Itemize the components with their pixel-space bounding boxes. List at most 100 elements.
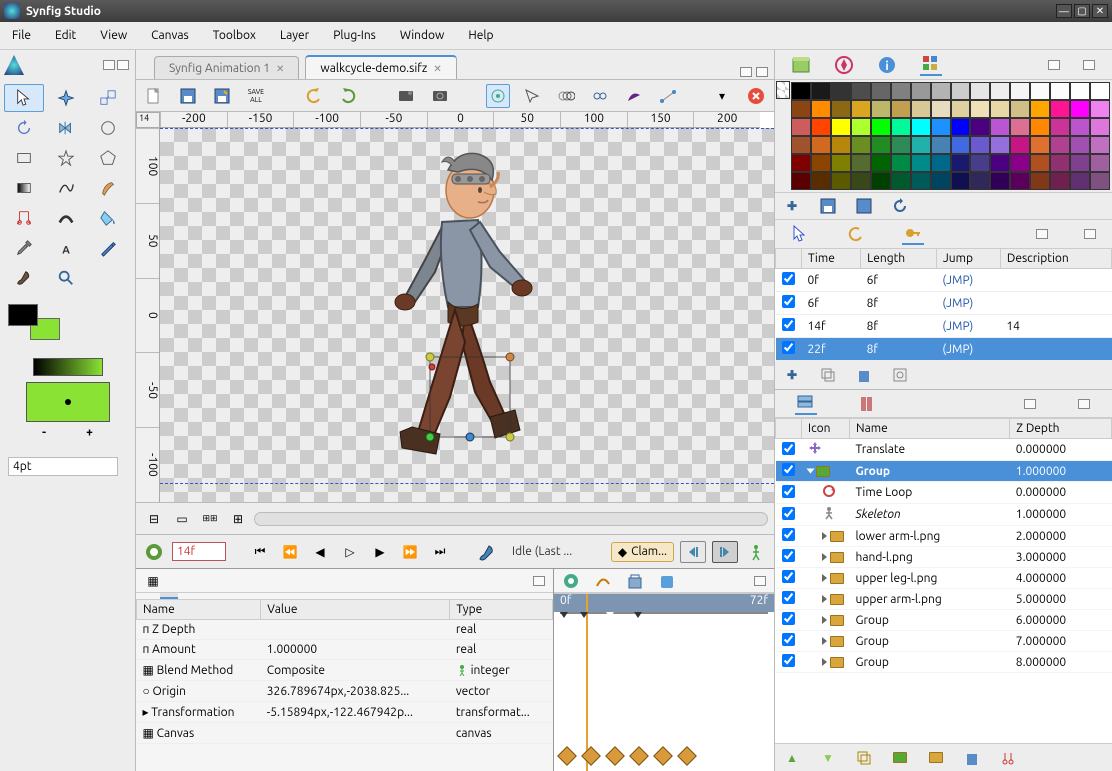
palette-color[interactable]: [970, 172, 990, 190]
palette-color[interactable]: [911, 172, 931, 190]
menu-view[interactable]: View: [88, 29, 139, 42]
dock-handle[interactable]: [1078, 399, 1090, 409]
menu-toolbox[interactable]: Toolbox: [201, 29, 268, 42]
palette-color[interactable]: [831, 118, 851, 136]
curves-button[interactable]: [622, 84, 646, 108]
palette-color[interactable]: [891, 154, 911, 172]
palette-color[interactable]: [851, 82, 871, 100]
layer-raise-button[interactable]: ▲: [781, 747, 803, 769]
palette-color[interactable]: [831, 136, 851, 154]
onion-skin-mode-button[interactable]: [554, 84, 578, 108]
navigator-tab[interactable]: [833, 54, 855, 76]
palette-color[interactable]: [931, 154, 951, 172]
canvas-viewport[interactable]: -200-150-100-50050100150200 100500-50-10…: [136, 112, 774, 502]
kf-active-checkbox[interactable]: [782, 318, 795, 331]
palette-color[interactable]: [951, 82, 971, 100]
fill-swatch[interactable]: [26, 382, 110, 422]
palette-color[interactable]: [871, 154, 891, 172]
palette-color[interactable]: [811, 172, 831, 190]
rectangle-tool[interactable]: [4, 144, 44, 172]
layer-lower-button[interactable]: ▼: [817, 747, 839, 769]
palette-color[interactable]: [1030, 82, 1050, 100]
onion-next-button[interactable]: [712, 541, 738, 563]
layer-row[interactable]: upper arm-l.png5.000000: [776, 589, 1112, 610]
close-tab-icon[interactable]: ✕: [276, 63, 284, 75]
palette-color[interactable]: [871, 118, 891, 136]
palette-color[interactable]: [970, 82, 990, 100]
info-tab[interactable]: i: [876, 54, 898, 76]
kf-add-button[interactable]: ✚: [781, 364, 803, 386]
preview-button[interactable]: [394, 84, 418, 108]
layer-visible-checkbox[interactable]: [782, 591, 795, 604]
param-row[interactable]: ▦ Blend MethodComposite integer: [137, 660, 553, 681]
seek-end-button[interactable]: ⏭: [428, 541, 452, 563]
layer-group-button[interactable]: [889, 747, 911, 769]
palette-color[interactable]: [990, 118, 1010, 136]
increase-button[interactable]: +: [86, 426, 93, 439]
width-tool[interactable]: [46, 204, 86, 232]
palette-color[interactable]: [1070, 118, 1090, 136]
sketch-tool[interactable]: [88, 234, 128, 262]
layer-visible-checkbox[interactable]: [782, 633, 795, 646]
palette-color[interactable]: [1010, 154, 1030, 172]
palette-color[interactable]: [831, 82, 851, 100]
palette-color[interactable]: [911, 100, 931, 118]
palette-color[interactable]: [791, 154, 811, 172]
palette-color[interactable]: [951, 154, 971, 172]
kf-active-checkbox[interactable]: [782, 341, 795, 354]
dock-handle[interactable]: [1036, 229, 1048, 239]
palette-color[interactable]: [1050, 172, 1070, 190]
menu-edit[interactable]: Edit: [43, 29, 88, 42]
palette-color[interactable]: [1010, 136, 1030, 154]
maximize-button[interactable]: ▢: [1074, 4, 1090, 18]
dock-handle[interactable]: [754, 576, 766, 586]
palette-color[interactable]: [911, 136, 931, 154]
fg-color-swatch[interactable]: [8, 304, 38, 326]
kf-active-checkbox[interactable]: [782, 272, 795, 285]
palette-color[interactable]: [911, 82, 931, 100]
zoom-in-button[interactable]: ⊞: [226, 507, 250, 531]
skeleton-mode-button[interactable]: [744, 541, 768, 563]
waypoint[interactable]: [653, 746, 673, 766]
layer-visible-checkbox[interactable]: [782, 654, 795, 667]
palette-color[interactable]: [891, 82, 911, 100]
text-tool[interactable]: A: [46, 234, 86, 262]
save-button[interactable]: [176, 84, 200, 108]
canvas-scrollbar[interactable]: [254, 512, 768, 526]
layer-new-button[interactable]: [925, 747, 947, 769]
palette-color[interactable]: [811, 118, 831, 136]
palette-refresh-button[interactable]: [889, 195, 911, 217]
layer-visible-checkbox[interactable]: [782, 507, 795, 520]
keyframe-row[interactable]: 0f6f(JMP): [776, 269, 1112, 292]
palette-add-button[interactable]: ✚: [781, 195, 803, 217]
layer-cut-button[interactable]: [997, 747, 1019, 769]
palette-color[interactable]: [931, 118, 951, 136]
star-tool[interactable]: [46, 144, 86, 172]
layer-row[interactable]: hand-l.png3.000000: [776, 547, 1112, 568]
history-tab-icon[interactable]: [624, 570, 646, 592]
keyframe-row[interactable]: 14f8f(JMP)14: [776, 315, 1112, 338]
clamp-toggle[interactable]: ◆ Clam...: [611, 542, 674, 562]
polygon-tool[interactable]: [88, 144, 128, 172]
animate-toggle[interactable]: [142, 541, 166, 563]
save-as-button[interactable]: [210, 84, 234, 108]
close-canvas-button[interactable]: [744, 84, 768, 108]
layer-visible-checkbox[interactable]: [782, 442, 795, 455]
sets-tab-icon[interactable]: [656, 570, 678, 592]
layer-row[interactable]: Group8.000000: [776, 652, 1112, 673]
layers-tab-icon[interactable]: [795, 393, 817, 415]
circle-tool[interactable]: [88, 114, 128, 142]
palette-color[interactable]: [1070, 82, 1090, 100]
palette-color[interactable]: [1010, 172, 1030, 190]
palette-color[interactable]: [791, 172, 811, 190]
palette-color[interactable]: [851, 136, 871, 154]
minimize-button[interactable]: —: [1056, 4, 1072, 18]
dropdown-arrow[interactable]: ▾: [710, 84, 734, 108]
kf-jump-link[interactable]: (JMP): [942, 297, 973, 310]
zoom-tool[interactable]: [46, 264, 86, 292]
palette-color[interactable]: [1050, 154, 1070, 172]
dock-handle[interactable]: [103, 60, 115, 70]
palette-color[interactable]: [911, 118, 931, 136]
palette-color[interactable]: [851, 154, 871, 172]
gradient-tool[interactable]: [4, 174, 44, 202]
